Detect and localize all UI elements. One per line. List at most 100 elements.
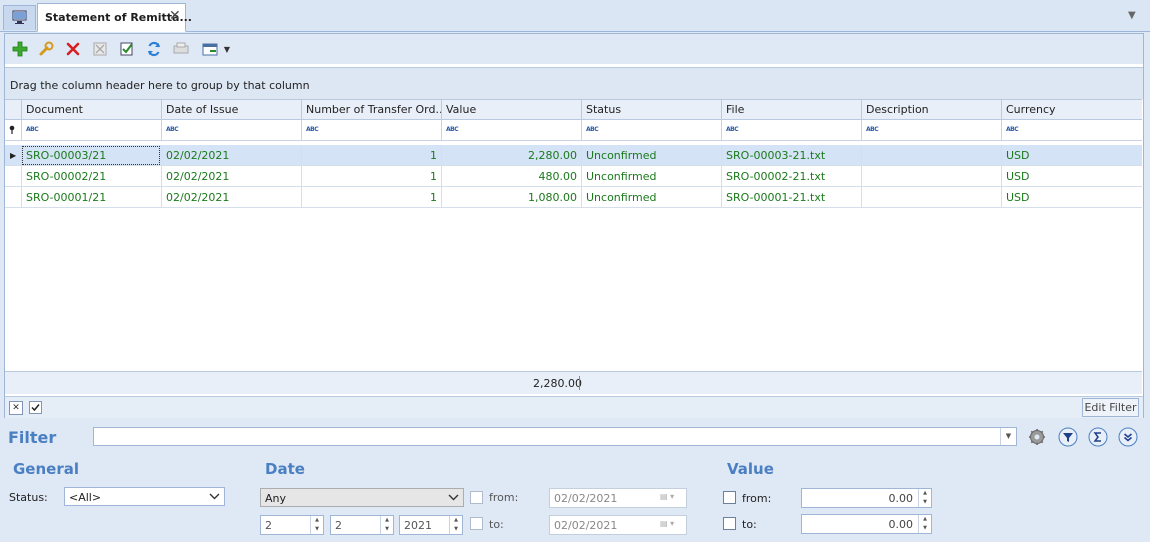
cell-file[interactable]: SRO-00001-21.txt <box>721 187 861 208</box>
value-to-checkbox[interactable] <box>723 517 736 530</box>
calendar-icon[interactable]: ▤ ▾ <box>660 519 682 531</box>
period-spinner-1[interactable]: 2 ▲ ▼ <box>260 515 324 535</box>
filter-cell-transfers[interactable]: ABC <box>301 120 441 140</box>
date-mode-value: Any <box>265 492 287 505</box>
refresh-button[interactable] <box>144 39 164 59</box>
filter-title: Filter <box>8 428 57 447</box>
cell-document[interactable]: SRO-00002/21 <box>21 166 161 187</box>
grid-footer: 2,280.00 <box>5 371 1142 394</box>
filter-input[interactable]: ▼ <box>93 427 1017 446</box>
calendar-icon[interactable]: ▤ ▾ <box>660 492 682 504</box>
year-spinner[interactable]: 2021 ▲ ▼ <box>399 515 463 535</box>
column-header-file[interactable]: File <box>721 100 861 120</box>
column-header-description[interactable]: Description <box>861 100 1001 120</box>
table-row[interactable]: SRO-00001/21 02/02/2021 1 1,080.00 Uncon… <box>5 187 1142 208</box>
value-to-field[interactable]: 0.00 ▲ ▼ <box>801 514 932 534</box>
settings-button[interactable] <box>1027 427 1047 447</box>
confirm-button[interactable] <box>117 39 137 59</box>
cell-value[interactable]: 480.00 <box>441 166 581 187</box>
cell-file[interactable]: SRO-00003-21.txt <box>721 145 861 166</box>
column-header-transfers[interactable]: Number of Transfer Ord... <box>301 100 441 120</box>
pin-icon <box>9 125 15 134</box>
period-spinner-2[interactable]: 2 ▲ ▼ <box>330 515 394 535</box>
spinner-arrows-icon[interactable]: ▲ ▼ <box>449 516 462 534</box>
column-header-document[interactable]: Document <box>21 100 161 120</box>
filter-cell-file[interactable]: ABC <box>721 120 861 140</box>
close-icon[interactable]: ✕ <box>169 8 181 24</box>
cell-transfers[interactable]: 1 <box>301 145 441 166</box>
cell-description[interactable] <box>861 166 1001 187</box>
row-indicator <box>5 166 21 187</box>
cell-transfers[interactable]: 1 <box>301 166 441 187</box>
filter-enabled-checkbox[interactable] <box>28 401 42 415</box>
table-row[interactable]: SRO-00002/21 02/02/2021 1 480.00 Unconfi… <box>5 166 1142 187</box>
column-header-date[interactable]: Date of Issue <box>161 100 301 120</box>
text-filter-icon: ABC <box>306 126 319 133</box>
value-from-checkbox[interactable] <box>723 491 736 504</box>
export-menu-button[interactable]: ▼ <box>198 39 234 59</box>
edit-filter-button[interactable]: Edit Filter <box>1082 398 1139 417</box>
cell-date[interactable]: 02/02/2021 <box>161 166 301 187</box>
spinner-arrows-icon[interactable]: ▲ ▼ <box>918 489 931 507</box>
gear-icon <box>1029 429 1045 445</box>
chevron-down-icon <box>209 491 220 504</box>
filter-cell-value[interactable]: ABC <box>441 120 581 140</box>
filter-cell-currency[interactable]: ABC <box>1001 120 1142 140</box>
cell-status[interactable]: Unconfirmed <box>581 187 721 208</box>
tab-menu-chevron-icon[interactable]: ▼ <box>1128 10 1136 21</box>
cell-document[interactable]: SRO-00003/21 <box>21 145 161 166</box>
cancel-document-button[interactable] <box>90 39 110 59</box>
delete-button[interactable] <box>63 39 83 59</box>
wrench-icon <box>39 41 54 56</box>
filter-cell-description[interactable]: ABC <box>861 120 1001 140</box>
date-mode-select[interactable]: Any <box>260 488 464 507</box>
group-panel[interactable]: Drag the column header here to group by … <box>5 67 1143 99</box>
add-button[interactable] <box>10 39 30 59</box>
chevron-down-icon[interactable]: ▼ <box>1000 428 1016 445</box>
filter-cell-status[interactable]: ABC <box>581 120 721 140</box>
cell-transfers[interactable]: 1 <box>301 187 441 208</box>
table-row[interactable]: ▶ SRO-00003/21 02/02/2021 1 2,280.00 Unc… <box>5 145 1142 166</box>
clear-filter-icon[interactable]: ✕ <box>9 401 23 415</box>
column-header-value[interactable]: Value <box>441 100 581 120</box>
filter-cell-date[interactable]: ABC <box>161 120 301 140</box>
cell-currency[interactable]: USD <box>1001 166 1142 187</box>
funnel-icon <box>1058 427 1078 447</box>
spinner-arrows-icon[interactable]: ▲ ▼ <box>310 516 323 534</box>
cell-currency[interactable]: USD <box>1001 145 1142 166</box>
print-button[interactable] <box>171 39 191 59</box>
row-indicator-header <box>5 100 21 120</box>
cell-file[interactable]: SRO-00002-21.txt <box>721 166 861 187</box>
column-header-currency[interactable]: Currency <box>1001 100 1142 120</box>
spinner-arrows-icon[interactable]: ▲ ▼ <box>380 516 393 534</box>
apply-filter-button[interactable] <box>1058 427 1078 447</box>
date-to-value: 02/02/2021 <box>554 519 618 532</box>
cell-currency[interactable]: USD <box>1001 187 1142 208</box>
date-to-field[interactable]: 02/02/2021 ▤ ▾ <box>549 515 687 535</box>
cell-description[interactable] <box>861 145 1001 166</box>
column-header-status[interactable]: Status <box>581 100 721 120</box>
value-from-field[interactable]: 0.00 ▲ ▼ <box>801 488 932 508</box>
cell-status[interactable]: Unconfirmed <box>581 166 721 187</box>
edit-button[interactable] <box>36 39 56 59</box>
date-from-checkbox[interactable] <box>470 491 483 504</box>
cell-document[interactable]: SRO-00001/21 <box>21 187 161 208</box>
filter-cell-document[interactable]: ABC <box>21 120 161 140</box>
year-spinner-value: 2021 <box>404 519 432 532</box>
cell-status[interactable]: Unconfirmed <box>581 145 721 166</box>
cell-value[interactable]: 2,280.00 <box>441 145 581 166</box>
home-tab[interactable] <box>3 5 36 30</box>
tab-statement[interactable]: Statement of Remitta... ✕ <box>37 3 192 32</box>
date-to-checkbox[interactable] <box>470 517 483 530</box>
cell-value[interactable]: 1,080.00 <box>441 187 581 208</box>
sigma-icon <box>1088 427 1108 447</box>
cell-description[interactable] <box>861 187 1001 208</box>
status-select[interactable]: <All> <box>64 487 225 506</box>
spinner-arrows-icon[interactable]: ▲ ▼ <box>918 515 931 533</box>
sum-button[interactable] <box>1088 427 1108 447</box>
cell-date[interactable]: 02/02/2021 <box>161 145 301 166</box>
date-from-field[interactable]: 02/02/2021 ▤ ▾ <box>549 488 687 508</box>
cell-date[interactable]: 02/02/2021 <box>161 187 301 208</box>
text-filter-icon: ABC <box>446 126 459 133</box>
expand-filter-button[interactable] <box>1118 427 1138 447</box>
